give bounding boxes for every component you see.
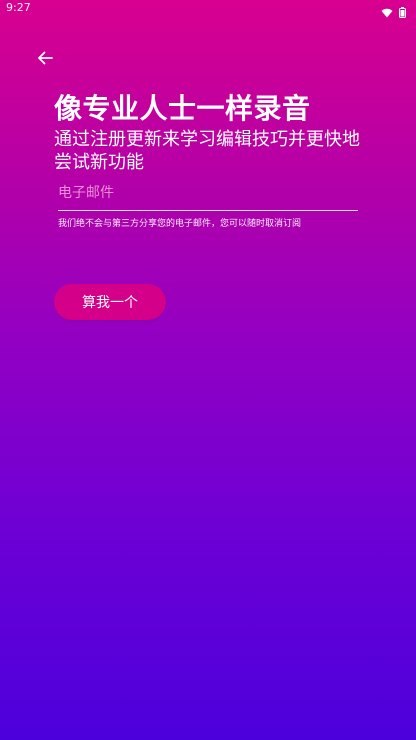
battery-icon (399, 3, 406, 22)
status-bar: 9:27 (0, 0, 416, 18)
privacy-notice: 我们绝不会与第三方分享您的电子邮件，您可以随时取消订阅 (58, 219, 302, 229)
page-subtitle: 通过注册更新来学习编辑技巧并更快地尝试新功能 (54, 129, 360, 173)
wifi-icon (381, 3, 393, 22)
back-button[interactable] (33, 48, 57, 72)
email-field-wrapper (58, 178, 358, 211)
page-title: 像专业人士一样录音 (54, 92, 311, 125)
sign-up-button[interactable]: 算我一个 (54, 284, 166, 320)
status-time: 9:27 (6, 1, 31, 14)
status-icons (381, 3, 406, 22)
email-field[interactable] (58, 178, 358, 208)
arrow-left-icon (37, 50, 53, 70)
